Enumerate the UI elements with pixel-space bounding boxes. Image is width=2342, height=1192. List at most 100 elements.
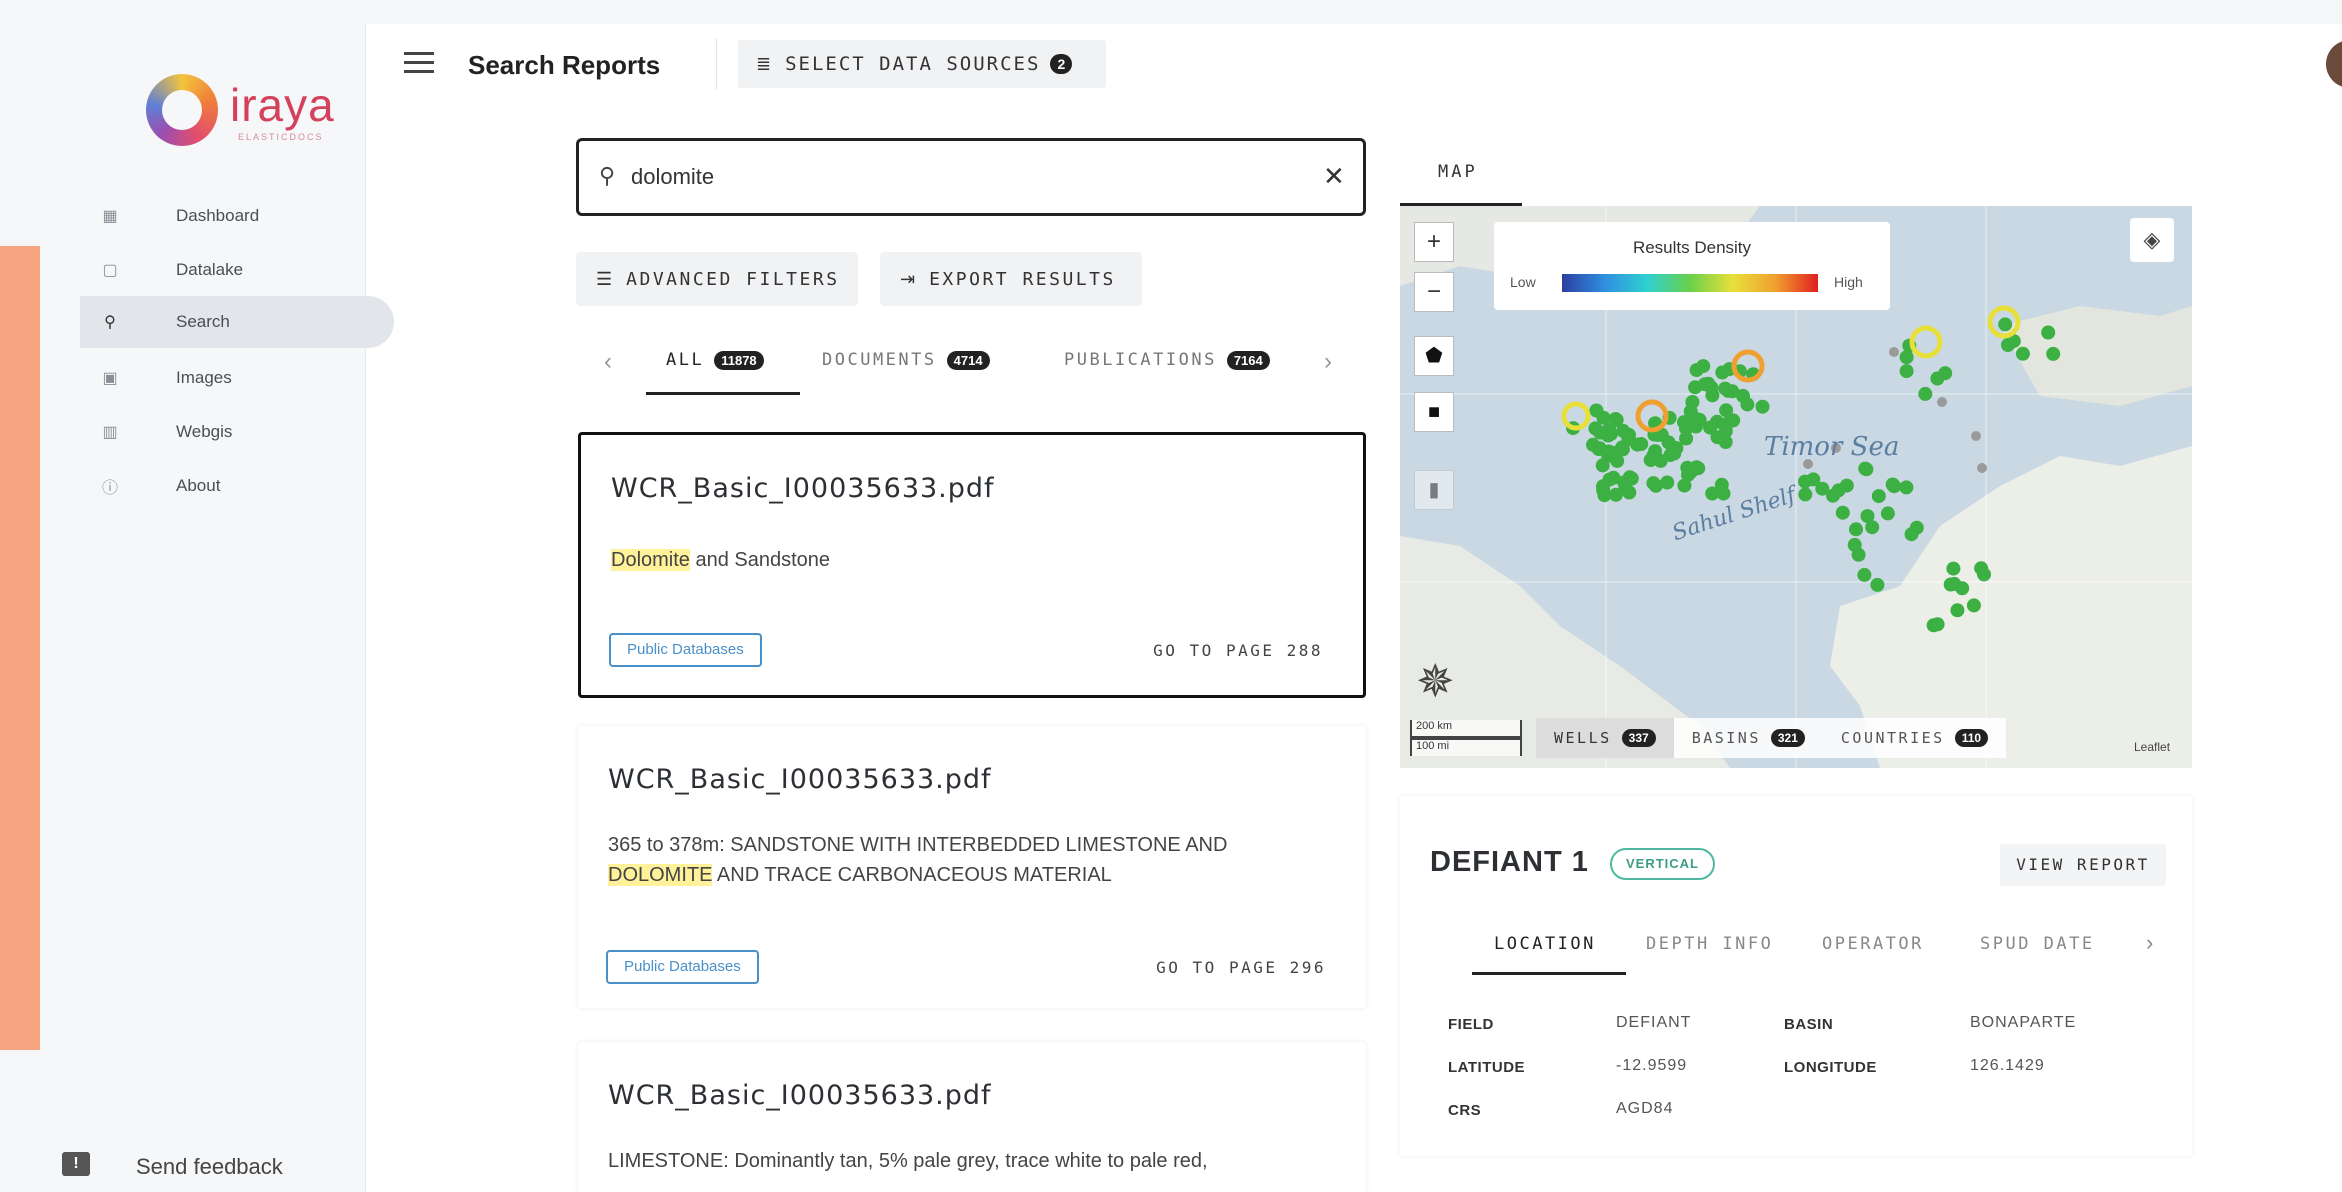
sidebar-item-about[interactable]: ⓘ About	[80, 460, 394, 512]
search-icon: ⚲	[599, 163, 616, 188]
latitude-label: LATITUDE	[1448, 1059, 1526, 1076]
well-marker	[1930, 371, 1945, 386]
search-icon: ⚲	[104, 314, 116, 331]
well-marker	[1714, 477, 1729, 492]
well-title: DEFIANT 1	[1430, 846, 1589, 878]
results-map[interactable]: Timor Sea Sahul Shelf + − ⬟ ■ ▮ Results …	[1400, 206, 2192, 768]
tabs-prev-arrow-icon[interactable]: ‹	[604, 348, 612, 376]
app-logo[interactable]: iraya ELASTICDOCS	[106, 48, 334, 148]
layers-icon[interactable]: ◈	[2130, 218, 2174, 262]
result-snippet: Dolomite and Sandstone	[611, 545, 1341, 575]
tab-location[interactable]: LOCATION	[1494, 934, 1596, 954]
export-results-label: EXPORT RESULTS	[929, 268, 1116, 290]
tab-count-badge: 4714	[946, 351, 990, 370]
well-marker	[1950, 603, 1965, 618]
filter-label: BASINS	[1691, 729, 1761, 747]
tab-all[interactable]: ALL 11878	[666, 350, 764, 370]
export-results-button[interactable]: ⇥ EXPORT RESULTS	[880, 252, 1142, 306]
go-to-page-link[interactable]: GO TO PAGE 296	[1156, 958, 1326, 977]
active-tab-indicator	[646, 392, 800, 395]
tab-label: PUBLICATIONS	[1064, 350, 1217, 370]
tab-map[interactable]: MAP	[1400, 156, 1522, 206]
tab-spud-date[interactable]: SPUD DATE	[1980, 934, 2095, 954]
well-marker	[1946, 561, 1961, 576]
search-input[interactable]	[631, 161, 1271, 193]
well-marker	[1798, 487, 1813, 502]
tab-documents[interactable]: DOCUMENTS 4714	[822, 350, 990, 370]
field-label: FIELD	[1448, 1016, 1494, 1033]
result-title[interactable]: WCR_Basic_I00035633.pdf	[608, 764, 992, 795]
sidebar-item-search[interactable]: ⚲ Search	[80, 296, 394, 348]
divider	[716, 38, 717, 90]
send-feedback-label: Send feedback	[136, 1154, 283, 1179]
active-tab-indicator	[1472, 972, 1626, 975]
send-feedback-button[interactable]: ! Send feedback	[40, 1142, 360, 1192]
advanced-filters-label: ADVANCED FILTERS	[626, 268, 840, 290]
sidebar-item-webgis[interactable]: ▥ Webgis	[80, 406, 394, 458]
tab-publications[interactable]: PUBLICATIONS 7164	[1064, 350, 1270, 370]
well-marker	[1904, 527, 1919, 542]
well-marker	[1736, 388, 1750, 403]
well-marker	[1602, 472, 1617, 487]
density-legend: Results Density Low High	[1494, 222, 1890, 310]
datalake-icon: ▢	[102, 262, 118, 279]
search-highlight: Dolomite	[611, 549, 690, 571]
delete-shape-icon[interactable]: ▮	[1414, 470, 1454, 510]
tab-operator[interactable]: OPERATOR	[1822, 934, 1924, 954]
tab-label: DOCUMENTS	[822, 350, 937, 370]
filter-count-badge: 321	[1770, 729, 1805, 747]
zoom-in-button[interactable]: +	[1414, 222, 1454, 262]
tabs-next-arrow-icon[interactable]: ›	[1324, 348, 1332, 376]
tab-label: ALL	[666, 350, 705, 370]
well-marker	[1648, 444, 1663, 459]
sidebar-item-datalake[interactable]: ▢ Datalake	[80, 244, 394, 296]
result-title[interactable]: WCR_Basic_I00035633.pdf	[611, 473, 995, 504]
result-title[interactable]: WCR_Basic_I00035633.pdf	[608, 1080, 992, 1111]
tab-depth-info[interactable]: DEPTH INFO	[1646, 934, 1773, 954]
well-marker	[2015, 346, 2030, 361]
search-highlight: DOLOMITE	[608, 864, 713, 886]
scale-mi: 100 mi	[1410, 738, 1522, 756]
zoom-out-button[interactable]: −	[1414, 272, 1454, 312]
well-marker	[1998, 317, 2013, 332]
advanced-filters-button[interactable]: ☰ ADVANCED FILTERS	[576, 252, 858, 306]
well-marker	[1871, 489, 1886, 504]
select-data-sources-button[interactable]: ≣ SELECT DATA SOURCES 2	[738, 40, 1106, 88]
longitude-label: LONGITUDE	[1784, 1059, 1877, 1076]
well-marker	[1697, 377, 1712, 392]
draw-polygon-icon[interactable]: ⬟	[1414, 336, 1454, 376]
filter-wells[interactable]: WELLS 337	[1536, 718, 1674, 758]
well-marker	[1685, 395, 1700, 409]
go-to-page-link[interactable]: GO TO PAGE 288	[1153, 641, 1323, 660]
detail-tabs-next-icon[interactable]: ›	[2146, 930, 2153, 956]
clear-search-icon[interactable]: ✕	[1323, 161, 1345, 192]
snippet-text: AND TRACE CARBONACEOUS MATERIAL	[712, 864, 1112, 886]
filter-basins[interactable]: BASINS 321	[1673, 718, 1823, 758]
well-marker	[1899, 480, 1914, 495]
result-card[interactable]: WCR_Basic_I00035633.pdf LIMESTONE: Domin…	[578, 1042, 1366, 1192]
well-marker	[1880, 506, 1895, 521]
well-marker	[1597, 488, 1612, 503]
well-marker	[1677, 478, 1692, 493]
sidebar-item-images[interactable]: ▣ Images	[80, 352, 394, 404]
menu-icon[interactable]	[404, 52, 434, 76]
sidebar-item-dashboard[interactable]: ▦ Dashboard	[80, 190, 394, 242]
sidebar-item-label: Images	[176, 368, 232, 387]
draw-rectangle-icon[interactable]: ■	[1414, 392, 1454, 432]
sidebar-item-label: Webgis	[176, 422, 233, 441]
tab-count-badge: 7164	[1226, 351, 1270, 370]
filter-count-badge: 337	[1621, 729, 1656, 747]
well-marker	[1849, 522, 1863, 537]
well-marker	[1851, 547, 1866, 562]
well-marker	[1692, 412, 1707, 427]
map-attribution[interactable]: Leaflet	[2134, 740, 2170, 754]
result-card[interactable]: WCR_Basic_I00035633.pdf Dolomite and San…	[578, 432, 1366, 698]
well-marker	[1667, 446, 1682, 461]
result-card[interactable]: WCR_Basic_I00035633.pdf 365 to 378m: SAN…	[578, 726, 1366, 1008]
well-marker	[1719, 417, 1734, 431]
view-report-button[interactable]: VIEW REPORT	[2000, 844, 2166, 886]
well-marker	[1615, 442, 1630, 457]
legend-title: Results Density	[1632, 238, 1752, 257]
filter-countries[interactable]: COUNTRIES 110	[1822, 718, 2007, 758]
basin-label: BASIN	[1784, 1016, 1834, 1033]
